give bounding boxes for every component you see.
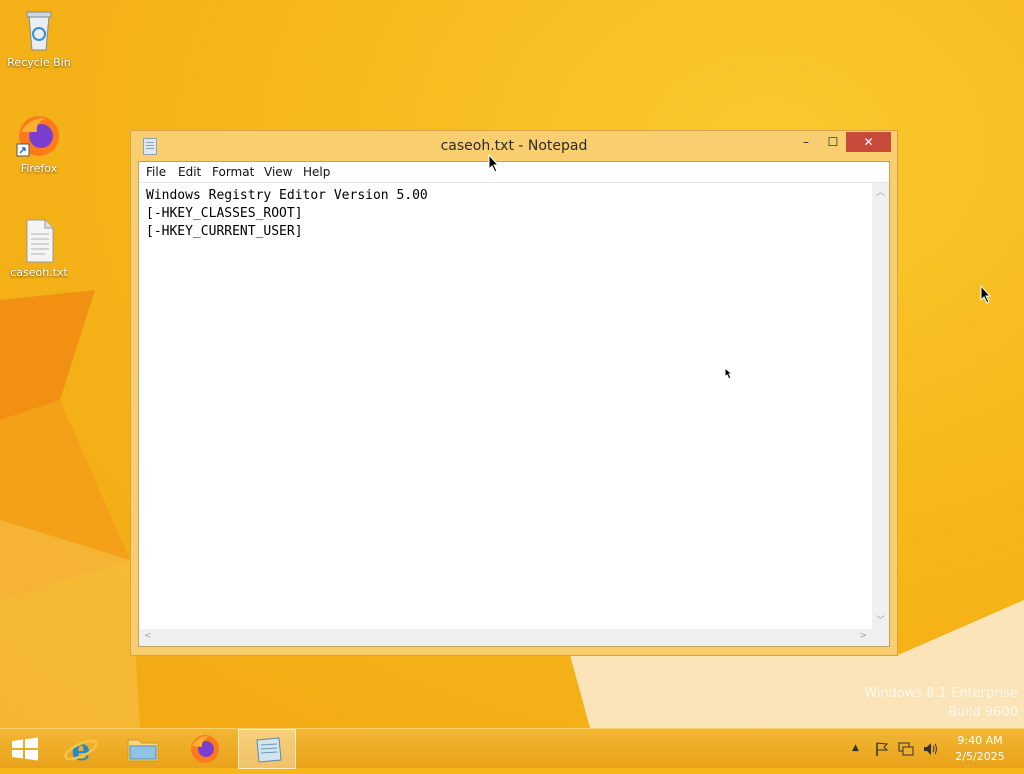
title-bar[interactable]: caseoh.txt - Notepad – ☐ ✕ xyxy=(131,131,897,161)
svg-text:e: e xyxy=(71,733,90,768)
taskbar-file-explorer[interactable] xyxy=(114,729,172,769)
menu-file[interactable]: File xyxy=(146,165,166,179)
mouse-cursor-icon xyxy=(488,154,500,173)
network-icon[interactable] xyxy=(897,741,915,761)
menu-help[interactable]: Help xyxy=(303,165,330,179)
internet-explorer-icon: e xyxy=(64,733,98,768)
notepad-client: File Edit Format View Help Windows Regis… xyxy=(138,161,890,647)
firefox-icon xyxy=(15,112,63,160)
scroll-down-arrow-icon[interactable]: ﹀ xyxy=(876,613,885,626)
volume-icon[interactable] xyxy=(922,741,940,761)
desktop-icon-label: Firefox xyxy=(20,162,58,175)
mouse-cursor-icon xyxy=(724,367,734,380)
scroll-right-arrow-icon[interactable]: > xyxy=(859,631,867,641)
desktop-icon-label: Recycle Bin xyxy=(7,56,71,69)
menu-view[interactable]: View xyxy=(264,165,292,179)
menu-format[interactable]: Format xyxy=(212,165,254,179)
windows-watermark: Windows 8.1 Enterprise Build 9600 xyxy=(864,684,1018,722)
file-explorer-icon xyxy=(127,739,159,762)
text-editor-area[interactable]: Windows Registry Editor Version 5.00 [-H… xyxy=(139,183,872,630)
taskbar-notepad[interactable] xyxy=(238,729,296,769)
clock-time: 9:40 AM xyxy=(957,734,1003,747)
text-file-icon xyxy=(15,216,63,264)
firefox-icon xyxy=(191,735,219,763)
taskbar-internet-explorer[interactable]: e xyxy=(52,729,110,769)
start-button[interactable] xyxy=(0,729,58,769)
taskbar-firefox[interactable] xyxy=(176,729,234,769)
windows-logo-icon xyxy=(12,737,38,761)
window-title: caseoh.txt - Notepad xyxy=(440,138,588,154)
mouse-cursor-icon xyxy=(980,285,992,304)
recycle-bin-icon xyxy=(15,6,63,54)
desktop-icon-recycle-bin[interactable]: Recycle Bin xyxy=(1,6,77,69)
maximize-button[interactable]: ☐ xyxy=(820,132,846,152)
scroll-left-arrow-icon[interactable]: < xyxy=(144,631,152,641)
vertical-scrollbar[interactable]: ︿ ﹀ xyxy=(872,183,889,630)
clock[interactable]: 9:40 AM 2/5/2025 xyxy=(950,733,1010,765)
document-text[interactable]: Windows Registry Editor Version 5.00 [-H… xyxy=(139,183,872,245)
notepad-window[interactable]: caseoh.txt - Notepad – ☐ ✕ File Edit For… xyxy=(130,130,898,656)
clock-date: 2/5/2025 xyxy=(955,750,1005,763)
menu-edit[interactable]: Edit xyxy=(178,165,201,179)
close-button[interactable]: ✕ xyxy=(846,132,891,152)
scroll-up-arrow-icon[interactable]: ︿ xyxy=(876,185,885,198)
show-hidden-icons-button[interactable]: ▲ xyxy=(852,743,859,753)
desktop-icon-caseoh-txt[interactable]: caseoh.txt xyxy=(1,216,77,279)
minimize-button[interactable]: – xyxy=(793,132,819,152)
desktop-icon-firefox[interactable]: Firefox xyxy=(1,112,77,175)
resize-grip[interactable] xyxy=(872,629,889,646)
taskbar: e ▲ 9:40 AM 2/5/2025 xyxy=(0,728,1024,769)
notepad-icon xyxy=(256,737,282,763)
menu-bar: File Edit Format View Help xyxy=(139,162,889,183)
watermark-build: Build 9600 xyxy=(948,705,1018,720)
watermark-edition: Windows 8.1 Enterprise xyxy=(864,686,1018,701)
desktop: Recycle Bin Firefox caseoh.txt Windows 8… xyxy=(0,0,1024,728)
desktop-icon-label: caseoh.txt xyxy=(10,266,68,279)
horizontal-scrollbar[interactable]: < > xyxy=(139,629,872,646)
action-center-flag-icon[interactable] xyxy=(874,741,890,761)
